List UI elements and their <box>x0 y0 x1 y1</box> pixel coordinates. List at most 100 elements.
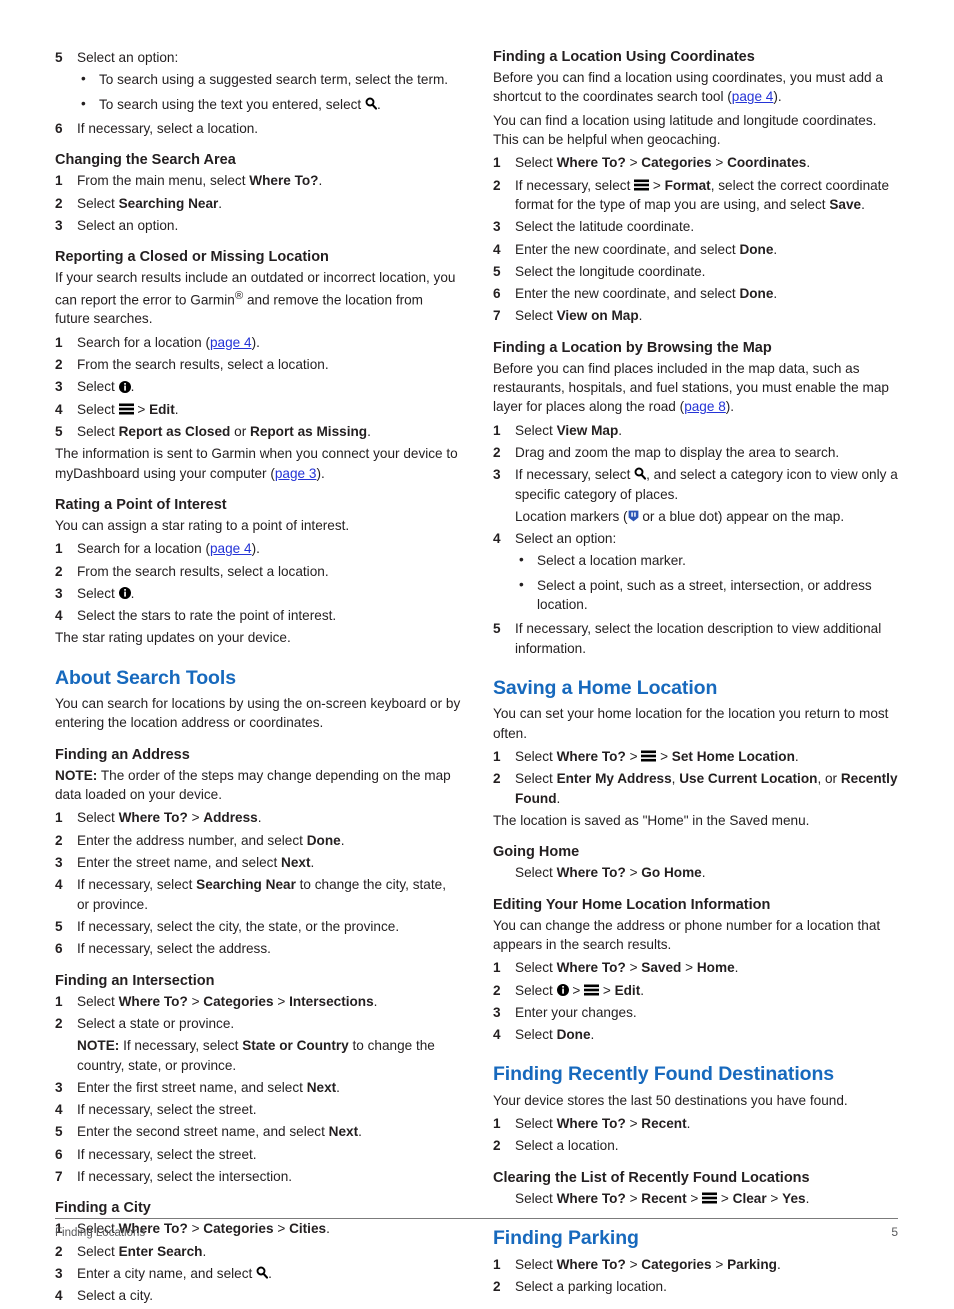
step-number: 2 <box>493 771 501 787</box>
step-text: Select <box>77 423 119 439</box>
step-text-tail: . <box>590 1027 595 1043</box>
step-text-tail: . <box>257 810 262 826</box>
section-heading-saving-home: Saving a Home Location <box>493 676 718 699</box>
step-number: 1 <box>493 1256 501 1272</box>
step-text: Select <box>515 1256 557 1272</box>
section-heading-finding-intersection: Finding an Intersection <box>55 972 215 989</box>
note-label: NOTE: <box>77 1038 120 1054</box>
section-heading-finding-coordinates: Finding a Location Using Coordinates <box>493 49 755 65</box>
step-text-tail: . <box>776 1256 781 1272</box>
step-number: 7 <box>493 308 501 324</box>
step-text-tail: . <box>336 1079 340 1095</box>
step-text: Enter the address number, and select <box>77 832 307 848</box>
intro-paragraph-2: You can find a location using latitude a… <box>493 112 877 148</box>
list-item: 5 Select Report as Closed or Report as M… <box>55 422 461 441</box>
ui-label: Format <box>664 177 711 193</box>
step-text: Select <box>77 810 119 826</box>
step-number: 5 <box>55 1124 63 1140</box>
ui-label: Address <box>203 810 258 826</box>
step-text: Select <box>515 1116 557 1132</box>
page-reference-link[interactable]: page 4 <box>210 541 252 556</box>
ui-label: Report as Missing <box>250 423 368 439</box>
ui-label: Go Home <box>641 865 702 881</box>
list-item: • To search using a suggested search ter… <box>77 70 461 89</box>
substep-text: Location markers ( <box>515 508 628 524</box>
list-item: • To search using the text you entered, … <box>77 95 461 114</box>
step-text: From the search results, select a locati… <box>77 357 329 373</box>
intro-paragraph: You can search for locations by using th… <box>55 696 461 731</box>
page-reference-link[interactable]: page 8 <box>684 399 726 414</box>
list-item: 3 Select the latitude coordinate. <box>493 217 899 236</box>
list-item: 6 If necessary, select the address. <box>55 939 461 958</box>
section-heading-going-home: Going Home <box>493 844 580 861</box>
steps-recently-found: 1 Select Where To? > Recent. 2 Select a … <box>493 1114 899 1156</box>
step-separator: > <box>717 1190 733 1206</box>
step-text: If necessary, select the street. <box>77 1102 257 1118</box>
ui-label: View on Map <box>556 308 639 324</box>
list-item: 5 If necessary, select the city, the sta… <box>55 917 461 936</box>
step-text: Select <box>515 155 557 171</box>
step-number: 5 <box>55 423 63 439</box>
menu-icon <box>702 1192 718 1204</box>
instruction-text-tail: . <box>805 1190 810 1206</box>
section-heading-recently-found: Finding Recently Found Destinations <box>493 1063 835 1086</box>
search-icon <box>634 467 647 480</box>
step-text: Select <box>515 422 557 438</box>
page-reference-link[interactable]: page 4 <box>210 335 252 350</box>
footer-section-title: Finding Locations <box>55 1227 146 1239</box>
list-item: 1 Search for a location (page 4). <box>55 539 461 558</box>
step-separator: > <box>599 982 615 998</box>
list-item: 4 Select Done. <box>493 1025 899 1044</box>
list-item: • Select a location marker. <box>515 551 899 570</box>
list-item: 3 If necessary, select , and select a ca… <box>493 465 899 526</box>
page-reference-link[interactable]: page 4 <box>732 89 774 104</box>
note-paragraph: NOTE: If necessary, select State or Coun… <box>77 1036 461 1075</box>
ui-label: Done <box>739 241 774 257</box>
steps-finding-parking: 1 Select Where To? > Categories > Parkin… <box>493 1255 899 1297</box>
step-separator: > <box>187 993 204 1009</box>
step-text-tail: . <box>638 308 643 324</box>
step-text-tail: . <box>640 982 645 998</box>
step-number: 2 <box>55 563 63 579</box>
step-number: 2 <box>493 1278 501 1294</box>
ui-label: Where To? <box>556 865 626 881</box>
instruction-text-tail: . <box>701 865 706 881</box>
steps-reporting-closed: 1 Search for a location (page 4). 2 From… <box>55 333 461 441</box>
step-text: Select a city. <box>77 1288 154 1304</box>
intro-paragraph: Before you can find places included in t… <box>493 359 899 417</box>
page-reference-link[interactable]: page 3 <box>275 466 317 481</box>
step-separator: > <box>649 177 665 193</box>
step-text: Enter the new coordinate, and select <box>515 241 740 257</box>
step-number: 3 <box>55 585 63 601</box>
list-item: 3 Enter your changes. <box>493 1003 899 1022</box>
ui-label: State or Country <box>242 1038 349 1054</box>
step-number: 4 <box>55 877 63 893</box>
ui-label: Edit <box>149 401 175 417</box>
step-text-tail: . <box>734 960 739 976</box>
ui-label: Where To? <box>249 173 319 189</box>
step-text: If necessary, select the street. <box>77 1146 257 1162</box>
step-separator: > <box>625 155 642 171</box>
list-item: 1 Select Where To? > Categories > Inters… <box>55 992 461 1011</box>
bullet-dot: • <box>519 552 524 568</box>
step-number: 2 <box>493 982 501 998</box>
step-text: Select a state or province. <box>77 1015 235 1031</box>
step-number: 1 <box>55 993 63 1009</box>
ui-label: Categories <box>203 993 274 1009</box>
step-text: If necessary, select <box>515 467 635 483</box>
list-item: 4 Select the stars to rate the point of … <box>55 606 461 625</box>
step-text-tail: . <box>367 423 371 439</box>
step-text: Enter your changes. <box>515 1004 637 1020</box>
step-separator: > <box>625 748 642 764</box>
page-footer: Finding Locations 5 <box>55 1218 898 1239</box>
footer-page-number: 5 <box>891 1225 898 1239</box>
step-text-tail: . <box>618 422 623 438</box>
step-number: 4 <box>55 1102 63 1118</box>
list-item: 2 If necessary, select > Format, select … <box>493 176 899 215</box>
map-marker-icon <box>628 510 639 522</box>
steps-finding-intersection: 1 Select Where To? > Categories > Inters… <box>55 992 461 1187</box>
step-number: 3 <box>55 379 63 395</box>
left-column: 5 Select an option: • To search using a … <box>55 48 461 1309</box>
step-text: Select <box>77 195 119 211</box>
ui-label: Where To? <box>556 748 626 764</box>
